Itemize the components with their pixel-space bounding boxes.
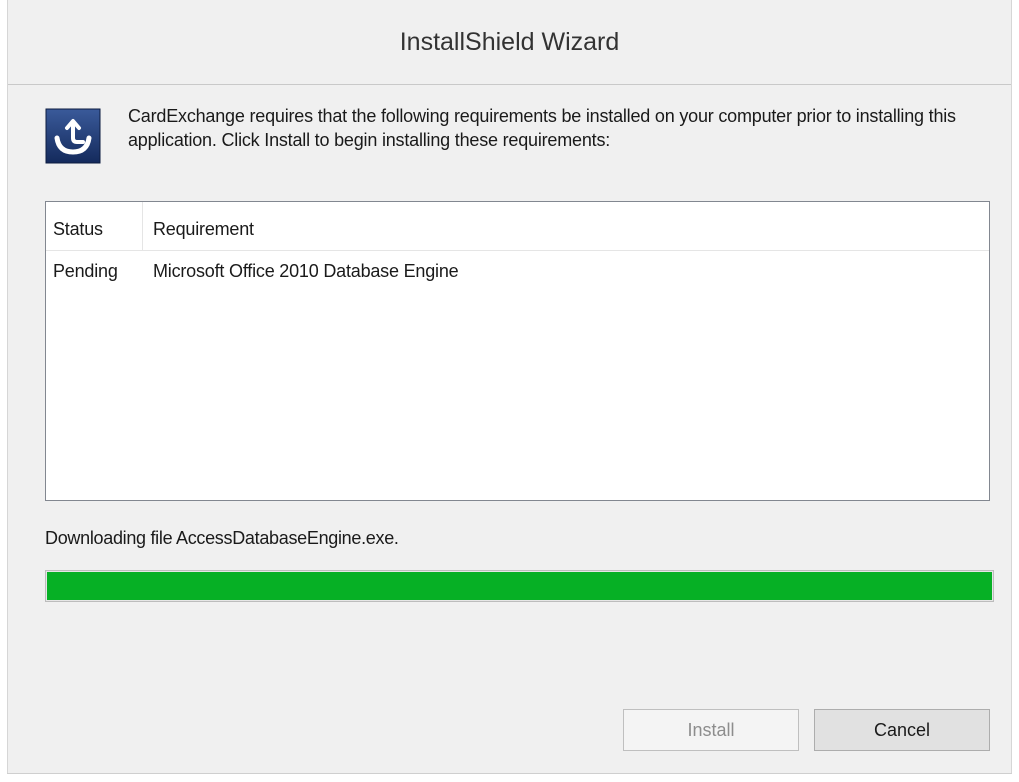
window-title: InstallShield Wizard bbox=[399, 28, 620, 56]
row-requirement: Microsoft Office 2010 Database Engine bbox=[153, 261, 459, 281]
row-status: Pending bbox=[53, 261, 118, 281]
title-bar[interactable]: InstallShield Wizard bbox=[8, 0, 1011, 84]
intro-message: CardExchange requires that the following… bbox=[128, 106, 956, 150]
progress-fill bbox=[47, 572, 992, 600]
installshield-wizard-window: InstallShield Wizard CardExchange requir… bbox=[0, 0, 1019, 782]
column-header-requirement-label: Requirement bbox=[153, 219, 254, 239]
title-separator bbox=[8, 84, 1011, 85]
download-status-text: Downloading file AccessDatabaseEngine.ex… bbox=[45, 528, 399, 548]
cancel-button[interactable]: Cancel bbox=[814, 709, 990, 751]
installshield-setup-icon bbox=[45, 108, 101, 164]
column-header-status[interactable]: Status bbox=[46, 202, 143, 250]
requirements-list[interactable]: Status Requirement Pending Microsoft Off… bbox=[45, 201, 990, 501]
window-border-left bbox=[7, 0, 8, 782]
install-button[interactable]: Install bbox=[623, 709, 799, 751]
download-progress-bar bbox=[45, 570, 994, 602]
column-header-requirement[interactable]: Requirement bbox=[143, 202, 986, 250]
table-row[interactable]: Pending Microsoft Office 2010 Database E… bbox=[46, 257, 989, 287]
column-header-status-label: Status bbox=[53, 219, 103, 239]
list-header: Status Requirement bbox=[46, 202, 989, 251]
